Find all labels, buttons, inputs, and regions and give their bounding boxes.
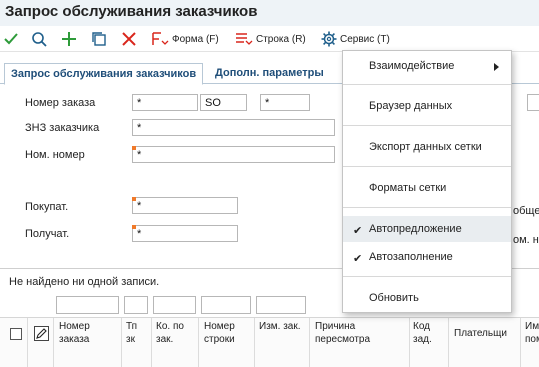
add-button[interactable] [61,30,77,48]
column-header-payer[interactable]: Плательщи [454,327,518,340]
menu-item-refresh[interactable]: Обновить [343,285,511,311]
menu-separator [343,125,511,126]
title-bar: Запрос обслуживания заказчиков [0,0,539,26]
gear-icon [321,31,337,47]
column-header-clipped[interactable]: Им пом [525,320,539,346]
check-icon [4,33,18,45]
form-icon [152,32,169,45]
search-icon [32,32,47,47]
copy-button[interactable] [91,30,107,48]
filter-order-type[interactable] [124,296,148,314]
order-type-field[interactable]: SO [200,94,247,111]
row-icon [236,33,253,45]
menu-item-interaction[interactable]: Взаимодействие [343,53,511,79]
empty-grid-message: Не найдено ни одной записи. [9,276,160,288]
select-all-checkbox[interactable] [10,328,22,340]
edit-icon [34,326,49,341]
menu-separator [343,166,511,167]
copy-icon [92,32,106,46]
column-divider [520,318,521,367]
menu-item-label: Экспорт данных сетки [369,141,482,153]
column-header-revision-reason[interactable]: Причина пересмотра [315,320,405,346]
find-button[interactable] [31,30,47,48]
page-title: Запрос обслуживания заказчиков [5,3,258,20]
row-menu-button[interactable]: Строка (R) [235,30,306,48]
column-divider [409,318,410,367]
menu-item-label: Форматы сетки [369,182,447,194]
customer-order-label: ЗНЗ заказчика [25,122,100,134]
buyer-label: Покупат. [25,201,69,213]
column-header-task-code[interactable]: Код зад. [413,320,447,346]
filter-order-company[interactable] [153,296,196,314]
column-header-order-number[interactable]: Номер заказа [59,320,119,346]
menu-item-label: Браузер данных [369,100,453,112]
tab-additional-parameters[interactable]: Дополн. параметры [209,63,330,84]
column-divider [198,318,199,367]
submenu-arrow-icon [494,63,499,71]
filter-order-change[interactable] [256,296,306,314]
order-company-field[interactable]: * [260,94,310,111]
checkmark-icon: ✔ [353,225,363,237]
right-clipped-label-2: ом. н [513,234,539,246]
menu-item-label: Автозаполнение [369,251,453,263]
order-number-field[interactable]: * [132,94,198,111]
column-divider [27,318,28,367]
column-divider [151,318,152,367]
menu-item-grid-formats[interactable]: Форматы сетки [343,175,511,201]
delete-button[interactable] [121,30,137,48]
filter-order-number[interactable] [56,296,119,314]
column-header-line-number[interactable]: Номер строки [204,320,252,346]
buyer-field[interactable]: * [132,197,238,214]
menu-separator [343,207,511,208]
menu-separator [343,84,511,85]
column-divider [121,318,122,367]
order-number-label: Номер заказа [25,97,96,109]
ok-button[interactable] [3,30,19,48]
column-header-order-type[interactable]: Тп зк [126,320,148,346]
column-divider [309,318,310,367]
row-menu-label: Строка (R) [256,33,306,45]
filter-line-number[interactable] [201,296,251,314]
customer-order-field[interactable]: * [132,119,335,136]
item-number-label: Ном. номер [25,149,85,161]
service-dropdown-menu: Взаимодействие Браузер данных Экспорт да… [342,50,512,313]
column-header-order-change[interactable]: Изм. зак. [259,320,307,333]
item-number-field[interactable]: * [132,146,335,163]
plus-icon [62,32,76,46]
column-divider [53,318,54,367]
menu-item-label: Автопредложение [369,223,462,235]
menu-item-export-grid-data[interactable]: Экспорт данных сетки [343,134,511,160]
menu-item-data-browser[interactable]: Браузер данных [343,93,511,119]
menu-item-autosuggest[interactable]: ✔ Автопредложение [343,216,511,242]
service-menu-button[interactable]: Сервис (T) [321,30,390,48]
tab-customer-service-inquiry[interactable]: Запрос обслуживания заказчиков [4,63,204,85]
checkmark-icon: ✔ [353,253,363,265]
row-edit-icon[interactable] [34,326,49,344]
right-clipped-label-1: общее [513,205,539,217]
menu-item-label: Взаимодействие [369,60,455,72]
toolbar: Форма (F) Строка (R) Сервис (T) [0,26,539,52]
menu-separator [343,276,511,277]
right-field-clipped[interactable] [527,94,539,111]
column-header-order-company[interactable]: Ко. по зак. [156,320,196,346]
column-divider [448,318,449,367]
form-menu-button[interactable]: Форма (F) [151,30,219,48]
menu-item-autofill[interactable]: ✔ Автозаполнение [343,244,511,270]
close-icon [122,32,136,46]
recipient-label: Получат. [25,228,70,240]
form-menu-label: Форма (F) [172,33,219,45]
recipient-field[interactable]: * [132,225,238,242]
service-menu-label: Сервис (T) [340,33,390,45]
column-divider [254,318,255,367]
menu-item-label: Обновить [369,292,419,304]
